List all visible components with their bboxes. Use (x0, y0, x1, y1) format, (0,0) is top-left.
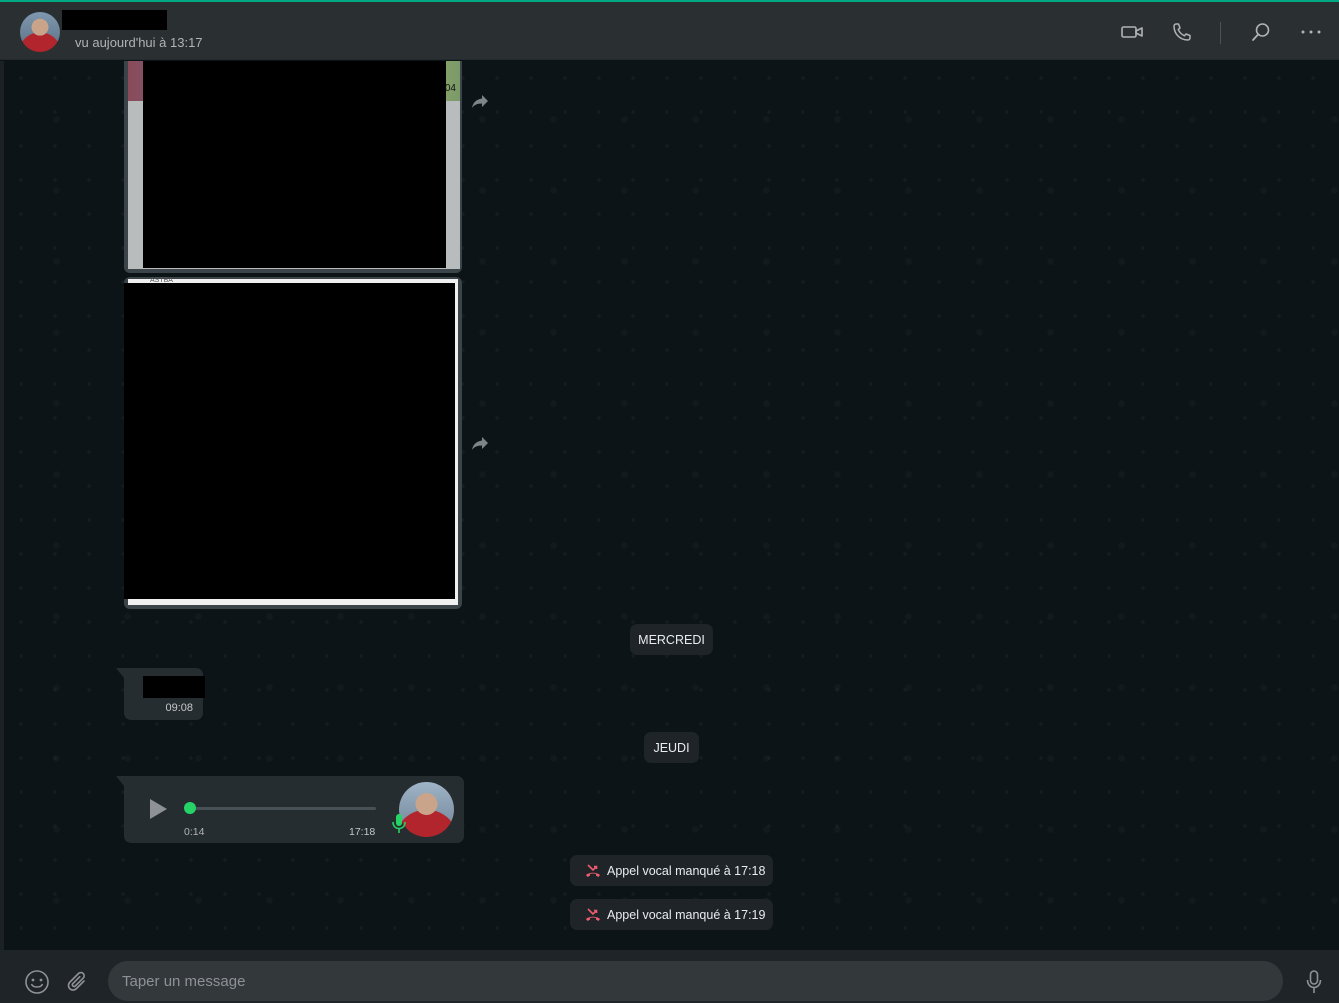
microphone-icon (391, 812, 407, 836)
voice-time: 17:18 (349, 826, 376, 838)
message-time: 09:08 (165, 702, 193, 714)
redacted-image-1 (143, 61, 446, 268)
missed-call-label: Appel vocal manqué à 17:19 (607, 907, 766, 922)
contact-avatar[interactable] (20, 12, 60, 52)
attach-icon[interactable] (64, 968, 92, 996)
missed-call-icon (586, 907, 600, 921)
missed-call-notice: Appel vocal manqué à 17:19 (570, 899, 773, 930)
voice-duration: 0:14 (184, 826, 205, 838)
video-call-icon[interactable] (1120, 20, 1144, 44)
date-label: JEUDI (653, 740, 690, 755)
play-icon[interactable] (144, 796, 170, 822)
image-message-1[interactable]: 04 (124, 61, 462, 273)
image-tag: 04 (444, 83, 456, 94)
menu-icon[interactable] (1299, 20, 1323, 44)
redacted-image-2 (124, 283, 455, 599)
date-divider-wednesday: MERCREDI (630, 624, 713, 655)
date-divider-thursday: JEUDI (644, 732, 699, 763)
image-message-2[interactable]: ASTBA (124, 277, 462, 609)
message-composer (0, 950, 1339, 1003)
incoming-text-message[interactable]: 09:08 (116, 668, 205, 720)
emoji-icon[interactable] (23, 968, 51, 996)
voice-progress-knob[interactable] (184, 802, 196, 814)
microphone-icon[interactable] (1300, 968, 1328, 996)
sender-avatar (399, 782, 454, 837)
search-icon[interactable] (1249, 20, 1273, 44)
chat-area[interactable]: 04 ASTBA MERCREDI 09:08 JEUDI 0:14 17:18 (4, 61, 1339, 950)
last-seen-status: vu aujourd'hui à 13:17 (75, 35, 203, 50)
voice-message[interactable]: 0:14 17:18 (116, 776, 464, 843)
redacted-message-text (143, 676, 205, 698)
contact-name-redacted[interactable] (62, 10, 167, 30)
message-input[interactable] (108, 961, 1283, 1001)
chat-header[interactable]: vu aujourd'hui à 13:17 (0, 2, 1339, 60)
missed-call-notice: Appel vocal manqué à 17:18 (570, 855, 773, 886)
missed-call-icon (586, 863, 600, 877)
missed-call-label: Appel vocal manqué à 17:18 (607, 863, 766, 878)
voice-call-icon[interactable] (1170, 20, 1194, 44)
date-label: MERCREDI (638, 632, 705, 647)
forward-icon[interactable] (470, 91, 490, 111)
header-separator (1220, 22, 1221, 44)
forward-icon[interactable] (470, 433, 490, 453)
voice-progress-track[interactable] (188, 807, 376, 810)
